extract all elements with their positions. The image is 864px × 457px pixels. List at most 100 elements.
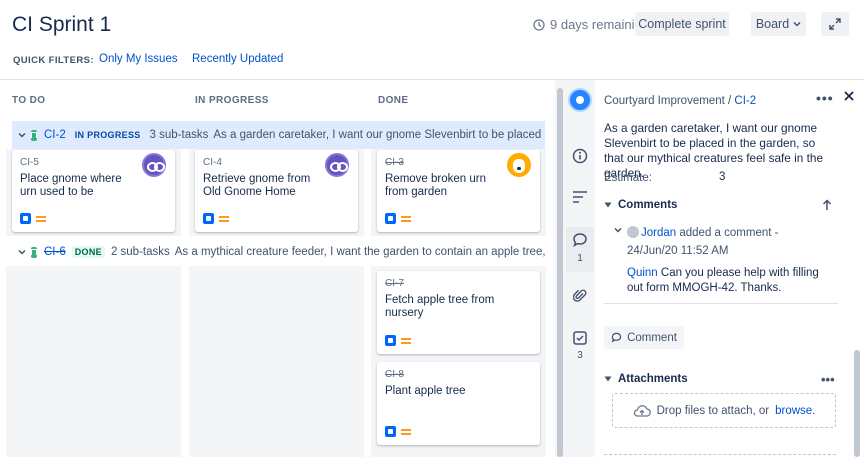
- clock-icon: [533, 18, 545, 31]
- chevron-down-icon[interactable]: [614, 227, 622, 233]
- comments-heading: Comments: [618, 199, 678, 211]
- issue-card[interactable]: CI-8 Plant apple tree: [377, 362, 540, 445]
- breadcrumb-issue-key[interactable]: CI-2: [734, 95, 756, 107]
- breadcrumb-project[interactable]: Courtyard Improvement: [604, 95, 725, 107]
- column-header-todo: TO DO: [12, 95, 46, 106]
- status-badge: DONE: [71, 246, 105, 258]
- card-summary: Place gnome where urn used to be: [20, 173, 122, 198]
- subtask-icon: [385, 213, 396, 224]
- filter-recently-updated[interactable]: Recently Updated: [192, 53, 283, 65]
- days-remaining: 9 days remaining: [533, 17, 649, 32]
- more-actions-icon[interactable]: •••: [821, 372, 835, 387]
- drop-text: Drop files to attach, or: [656, 404, 770, 417]
- subtask-icon: [203, 213, 214, 224]
- filter-only-my-issues[interactable]: Only My Issues: [99, 53, 178, 65]
- quick-filters-label: QUICK FILTERS:: [13, 55, 94, 66]
- subtask-count-badge: 3: [577, 350, 583, 361]
- chevron-down-icon: [604, 202, 612, 208]
- issue-card[interactable]: CI-7 Fetch apple tree from nursery: [377, 271, 540, 354]
- subtask-icon: [20, 213, 31, 224]
- assignee-avatar: [325, 153, 349, 177]
- column-todo-area: [6, 266, 181, 457]
- fullscreen-button[interactable]: [821, 12, 849, 36]
- card-summary: Retrieve gnome from Old Gnome Home: [203, 173, 311, 198]
- comment-icon[interactable]: [570, 230, 590, 250]
- issue-card[interactable]: CI-3 Remove broken urn from garden: [377, 150, 540, 232]
- comment-mention[interactable]: Quinn: [627, 267, 658, 279]
- swimlane-header[interactable]: CI-6 DONE 2 sub-tasks As a mythical crea…: [12, 241, 545, 263]
- card-summary: Fetch apple tree from nursery: [385, 294, 495, 319]
- subtask-count: 2 sub-tasks: [110, 246, 170, 258]
- complete-sprint-button[interactable]: Complete sprint: [635, 12, 729, 36]
- subtask-icon: [385, 426, 396, 437]
- divider: [604, 303, 838, 304]
- breadcrumb-separator: /: [728, 95, 732, 107]
- comment-icon: [611, 332, 622, 343]
- priority-medium-icon: [401, 216, 411, 222]
- priority-medium-icon: [401, 338, 411, 344]
- board-scrollbar[interactable]: [557, 88, 563, 457]
- browse-link[interactable]: browse.: [775, 405, 815, 417]
- comment-body: Quinn Can you please help with filling o…: [627, 266, 835, 296]
- status-badge: IN PROGRESS: [71, 129, 144, 141]
- chevron-down-icon[interactable]: [18, 132, 26, 138]
- issue-card[interactable]: CI-4 Retrieve gnome from Old Gnome Home: [195, 150, 358, 232]
- card-key: CI-8: [385, 369, 404, 380]
- column-header-in-progress: IN PROGRESS: [195, 95, 269, 106]
- swimlane-summary: As a garden caretaker, I want our gnome …: [213, 129, 545, 141]
- assignee-avatar: [507, 153, 531, 177]
- subtasks-icon[interactable]: [570, 328, 590, 348]
- column-in-progress-area: [189, 266, 364, 457]
- card-key: CI-5: [20, 157, 39, 168]
- swimlane-header[interactable]: CI-2 IN PROGRESS 3 sub-tasks As a garden…: [12, 121, 545, 149]
- arrow-up-icon[interactable]: [822, 199, 832, 211]
- card-key: CI-4: [203, 157, 222, 168]
- swimlane-issue-key[interactable]: CI-2: [44, 129, 66, 141]
- priority-medium-icon: [219, 216, 229, 222]
- avatar: [627, 226, 639, 238]
- subtasks-section-header: [604, 450, 836, 457]
- attachments-section-header[interactable]: Attachments: [604, 373, 688, 385]
- info-icon[interactable]: [570, 146, 590, 166]
- breadcrumb: Courtyard Improvement / CI-2: [604, 95, 756, 107]
- attachment-icon[interactable]: [570, 286, 590, 306]
- upload-cloud-icon: [633, 404, 651, 418]
- priority-medium-icon: [36, 216, 46, 222]
- story-icon: [31, 246, 37, 258]
- chevron-down-icon[interactable]: [18, 249, 26, 255]
- sprint-title: CI Sprint 1: [12, 13, 112, 36]
- chevron-down-icon: [604, 376, 612, 382]
- card-key: CI-7: [385, 278, 404, 289]
- comment-author[interactable]: Jordan: [641, 227, 676, 239]
- project-avatar[interactable]: [568, 88, 592, 112]
- estimate-label: Estimate:: [604, 172, 652, 184]
- card-key: CI-3: [385, 157, 404, 168]
- comment-count: 1: [577, 253, 583, 264]
- estimate-value[interactable]: 3: [719, 171, 725, 183]
- comment-button-label: Comment: [627, 331, 677, 344]
- subtask-icon: [385, 335, 396, 346]
- header-divider: [0, 79, 864, 80]
- comment-timestamp: 24/Jun/20 11:52 AM: [627, 245, 729, 257]
- story-icon: [31, 129, 37, 141]
- issue-card[interactable]: CI-5 Place gnome where urn used to be: [12, 150, 175, 232]
- attachments-heading: Attachments: [618, 373, 688, 385]
- column-header-done: DONE: [378, 95, 409, 106]
- board-label: Board: [755, 17, 790, 31]
- attachment-dropzone[interactable]: Drop files to attach, or browse.: [612, 393, 836, 428]
- comment-action: added a comment -: [679, 227, 779, 239]
- expand-icon: [829, 18, 841, 30]
- more-actions-icon[interactable]: •••: [816, 90, 834, 106]
- close-icon[interactable]: [844, 91, 854, 101]
- subtask-count: 3 sub-tasks: [149, 129, 209, 141]
- swimlane-issue-key[interactable]: CI-6: [44, 246, 66, 258]
- assignee-avatar: [142, 153, 166, 177]
- priority-medium-icon: [401, 429, 411, 435]
- description-icon[interactable]: [570, 187, 590, 207]
- chevron-down-icon: [793, 21, 801, 27]
- card-summary: Remove broken urn from garden: [385, 173, 486, 198]
- comment-button[interactable]: Comment: [604, 326, 684, 349]
- comments-section-header[interactable]: Comments: [604, 199, 677, 211]
- board-dropdown-button[interactable]: Board: [751, 12, 806, 36]
- detail-scrollbar[interactable]: [854, 350, 860, 457]
